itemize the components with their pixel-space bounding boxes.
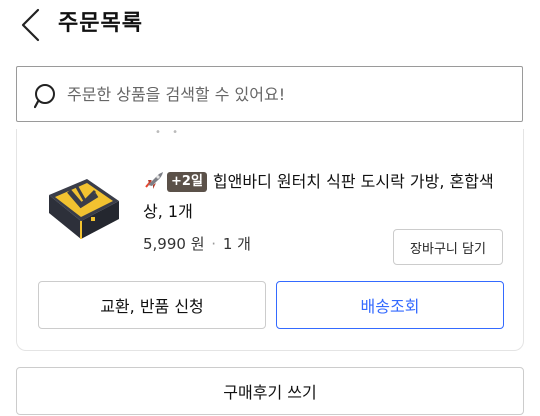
lunchbox-bag-image[interactable] [37, 161, 129, 249]
app-header: 주문목록 [0, 0, 540, 52]
rocket-icon [145, 172, 163, 189]
delivery-tracking-button[interactable]: 배송조회 [276, 281, 504, 329]
price-quantity: 5,990 원 · 1 개 [143, 233, 251, 254]
card-top-divider: • • [155, 127, 182, 138]
search-box[interactable] [16, 66, 523, 122]
search-icon [34, 84, 55, 109]
product-quantity: 1 개 [222, 235, 251, 253]
search-input[interactable] [67, 75, 507, 113]
exchange-return-button[interactable]: 교환, 반품 신청 [38, 281, 266, 329]
product-price: 5,990 원 [143, 235, 205, 253]
chevron-left-icon [21, 8, 40, 42]
write-review-button[interactable]: 구매후기 쓰기 [16, 367, 524, 415]
price-separator: · [211, 235, 217, 253]
add-to-cart-button[interactable]: 장바구니 담기 [393, 229, 503, 265]
page-title: 주문목록 [58, 11, 143, 36]
product-title[interactable]: +2일 힙앤바디 원터치 식판 도시락 가방, 혼합색상, 1개 [143, 167, 509, 227]
delivery-badge: +2일 [167, 172, 207, 192]
order-card: • • +2일 힙앤바디 원터치 식판 도시락 가방, 혼합색상, 1개 5,99… [16, 127, 524, 351]
back-button[interactable] [18, 8, 44, 42]
